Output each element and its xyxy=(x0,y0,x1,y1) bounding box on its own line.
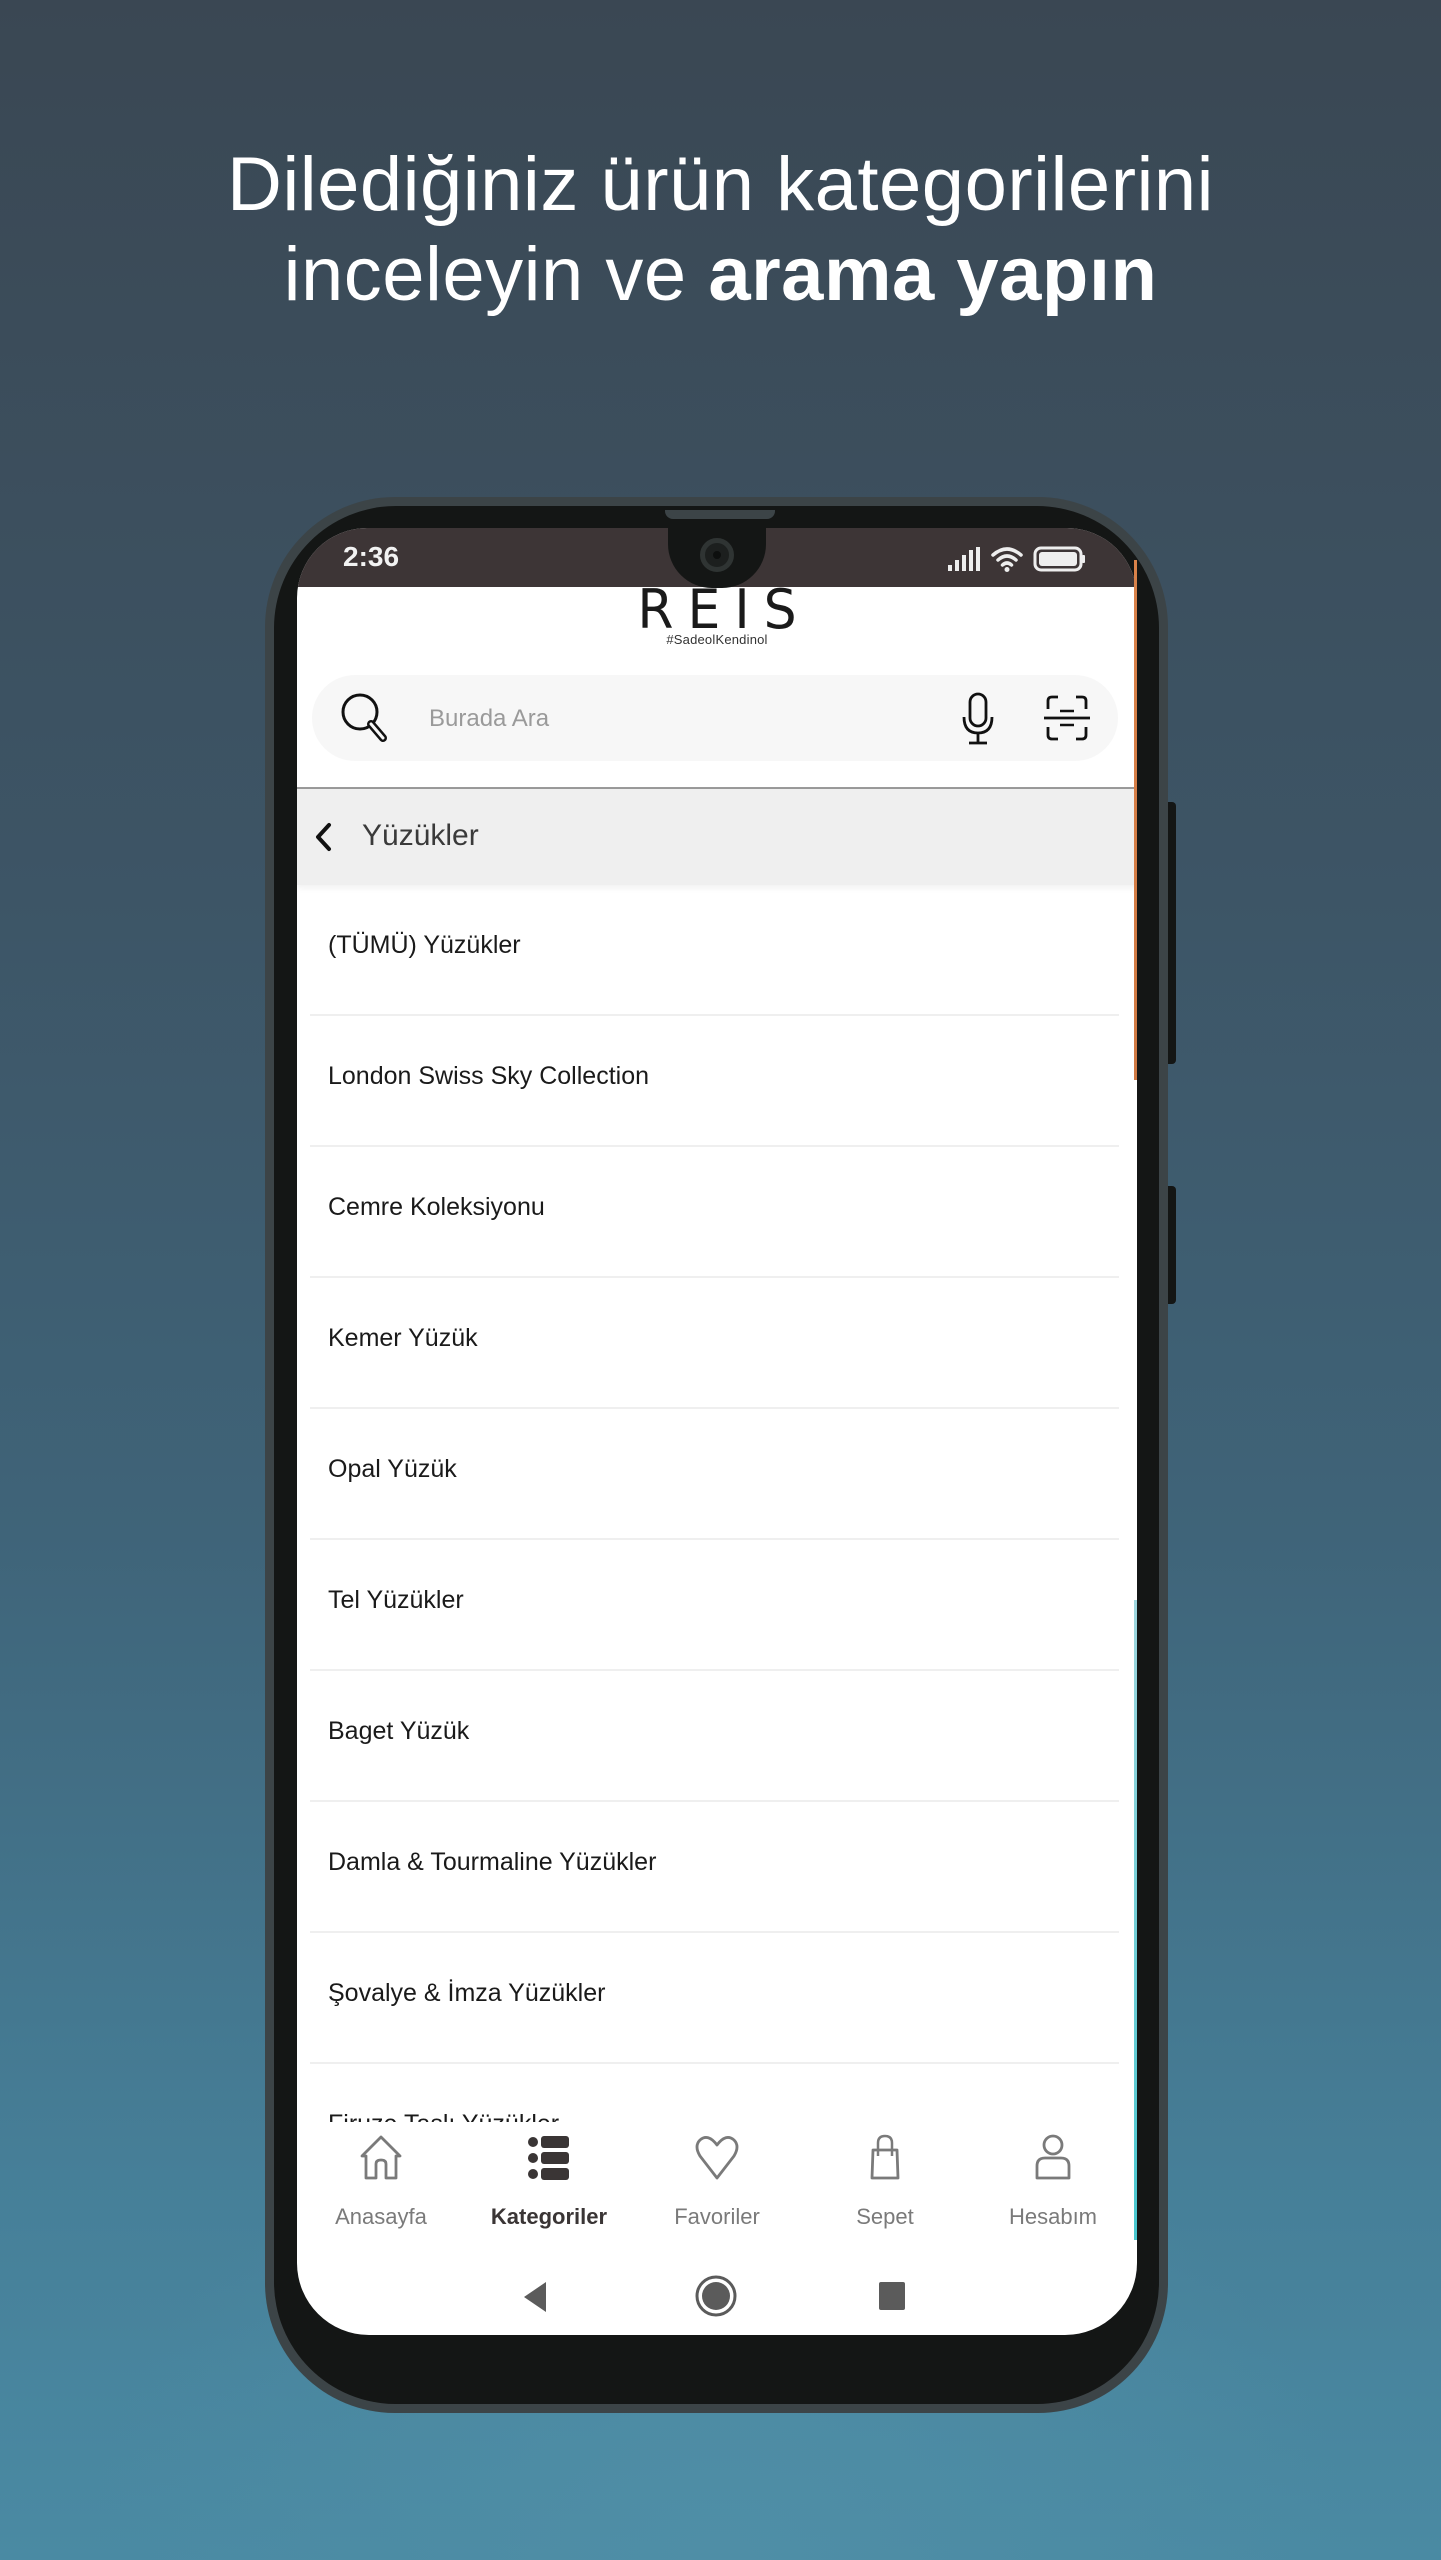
shopping-bag-icon xyxy=(870,2134,900,2180)
system-nav-bar xyxy=(297,2268,1137,2328)
nav-item-hesabim[interactable]: Hesabım xyxy=(969,2122,1137,2242)
signal-icon xyxy=(948,547,980,571)
power-button xyxy=(1168,802,1176,1064)
category-list: (TÜMÜ) Yüzükler London Swiss Sky Collect… xyxy=(297,885,1137,2195)
recents-square-icon[interactable] xyxy=(878,2281,906,2311)
nav-label: Anasayfa xyxy=(335,2204,427,2229)
user-icon xyxy=(1035,2134,1071,2180)
headline-line-2: inceleyin ve arama yapın xyxy=(0,230,1441,320)
list-item-label: Cemre Koleksiyonu xyxy=(328,1193,545,1221)
nav-item-kategoriler[interactable]: Kategoriler xyxy=(465,2122,633,2242)
list-item[interactable]: Baget Yüzük xyxy=(297,1671,1137,1802)
category-title: Yüzükler xyxy=(362,819,479,852)
chevron-left-icon[interactable] xyxy=(309,819,339,855)
wifi-icon xyxy=(991,547,1023,572)
battery-icon xyxy=(1033,546,1085,572)
headline-line-2-regular: inceleyin ve xyxy=(283,232,709,317)
list-item[interactable]: Damla & Tourmaline Yüzükler xyxy=(297,1802,1137,1933)
list-item[interactable]: Şovalye & İmza Yüzükler xyxy=(297,1933,1137,2064)
promo-headline: Dilediğiniz ürün kategorilerini inceleyi… xyxy=(0,140,1441,320)
list-item[interactable]: Cemre Koleksiyonu xyxy=(297,1147,1137,1278)
bottom-nav: Anasayfa Kategoriler Favoriler Sepet Hes… xyxy=(297,2122,1137,2242)
headline-line-2-bold: arama yapın xyxy=(708,232,1158,317)
nav-item-sepet[interactable]: Sepet xyxy=(801,2122,969,2242)
search-icon[interactable] xyxy=(338,690,392,746)
nav-label: Favoriler xyxy=(674,2204,760,2229)
list-item-label: London Swiss Sky Collection xyxy=(328,1062,649,1090)
list-item-label: Opal Yüzük xyxy=(328,1455,457,1483)
list-item[interactable]: Opal Yüzük xyxy=(297,1409,1137,1540)
screen-edge-highlight xyxy=(1134,560,1137,1080)
nav-label: Kategoriler xyxy=(490,2204,608,2229)
scan-icon[interactable] xyxy=(1042,693,1092,743)
home-circle-icon[interactable] xyxy=(694,2274,738,2318)
search-bar[interactable] xyxy=(312,675,1118,761)
list-item-label: Tel Yüzükler xyxy=(328,1586,464,1614)
list-item-label: Baget Yüzük xyxy=(328,1717,470,1745)
search-input[interactable] xyxy=(429,699,909,739)
list-item[interactable]: (TÜMÜ) Yüzükler xyxy=(297,885,1137,1016)
front-camera xyxy=(700,538,734,572)
list-item-label: Şovalye & İmza Yüzükler xyxy=(328,1979,606,2007)
microphone-icon[interactable] xyxy=(960,691,996,747)
list-item-label: Kemer Yüzük xyxy=(328,1324,478,1352)
list-item-label: Damla & Tourmaline Yüzükler xyxy=(328,1848,657,1876)
list-item[interactable]: London Swiss Sky Collection xyxy=(297,1016,1137,1147)
status-icons xyxy=(947,546,1087,572)
list-item-label: (TÜMÜ) Yüzükler xyxy=(328,931,521,959)
list-item[interactable]: Kemer Yüzük xyxy=(297,1278,1137,1409)
back-triangle-icon[interactable] xyxy=(520,2280,550,2314)
nav-label: Sepet xyxy=(856,2204,914,2229)
nav-label: Hesabım xyxy=(1008,2204,1098,2229)
nav-item-anasayfa[interactable]: Anasayfa xyxy=(297,2122,465,2242)
home-icon xyxy=(360,2135,402,2180)
list-item[interactable]: Tel Yüzükler xyxy=(297,1540,1137,1671)
phone-screen: 2:36 REIS #SadeolKendinol Burada Ara Yüz… xyxy=(297,528,1137,2335)
status-time: 2:36 xyxy=(343,541,400,572)
heart-icon xyxy=(695,2136,739,2180)
screen-edge-highlight xyxy=(1134,1600,1137,2240)
headline-line-1: Dilediğiniz ürün kategorilerini xyxy=(226,142,1215,227)
volume-button xyxy=(1168,1186,1176,1304)
brand-tagline: #SadeolKendinol xyxy=(666,632,768,647)
category-header: Yüzükler xyxy=(297,789,1137,885)
nav-item-favoriler[interactable]: Favoriler xyxy=(633,2122,801,2242)
phone-speaker xyxy=(665,510,775,519)
list-icon xyxy=(528,2136,569,2180)
